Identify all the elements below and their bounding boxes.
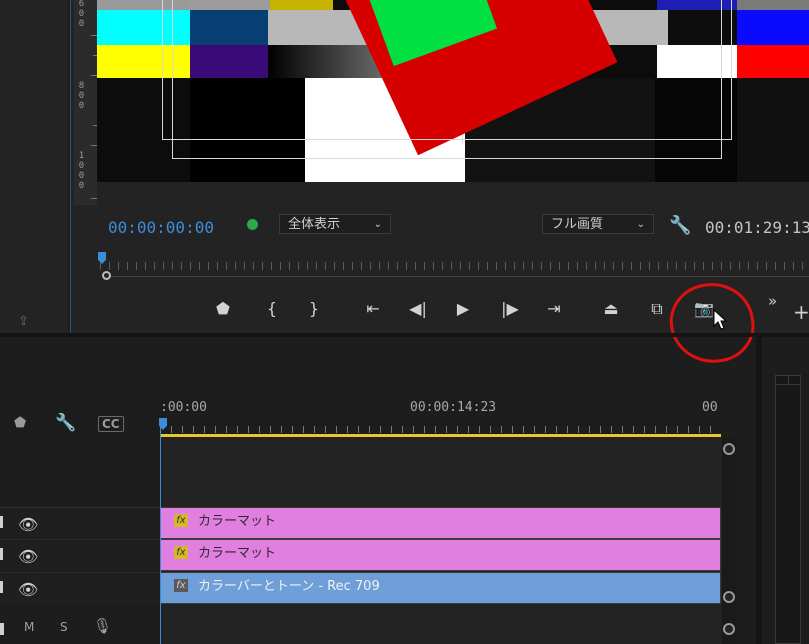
track-lock-icon[interactable] [0, 516, 3, 528]
track-header-v3[interactable]: 👁 [0, 507, 160, 539]
lift-icon[interactable]: ⏏ [599, 299, 623, 319]
eye-icon[interactable]: 👁 [18, 515, 38, 534]
monitor-zoom-scrollbar[interactable] [110, 276, 809, 277]
timeline-vertical-scrollbar[interactable] [722, 437, 736, 644]
video-preview [97, 0, 809, 182]
ruler-label: 6 [78, 0, 85, 9]
go-to-in-icon[interactable]: ⇤ [361, 299, 385, 319]
solo-button[interactable]: S [60, 620, 68, 634]
microphone-icon[interactable]: 🎙 [93, 617, 112, 635]
extract-icon[interactable]: ⧉ [645, 299, 669, 319]
track-header-v1[interactable]: 👁 [0, 572, 160, 604]
playback-quality-select[interactable]: フル画質 ⌄ [542, 214, 654, 234]
timeline-playhead-line [160, 430, 161, 644]
fx-badge-icon: fx [174, 546, 188, 559]
ruler-label: 0 [78, 91, 85, 101]
monitor-time-ruler[interactable] [100, 262, 809, 270]
audio-meter [775, 375, 801, 644]
ruler-label: 1 [78, 151, 85, 161]
play-icon[interactable]: ▶ [451, 299, 475, 319]
ruler-label: 0 [78, 161, 85, 171]
scrollbar-bottom-handle[interactable] [723, 591, 735, 603]
current-timecode[interactable]: 00:00:00:00 [108, 218, 214, 237]
chevron-down-icon: ⌄ [636, 219, 645, 230]
ruler-label: 00 [702, 400, 718, 415]
export-frame-icon[interactable]: ⇪ [18, 314, 38, 329]
clip-label: カラーバーとトーン - Rec 709 [198, 579, 380, 594]
ruler-label: :00:00 [160, 400, 207, 415]
step-forward-icon[interactable]: |▶ [498, 299, 522, 319]
left-panel: ⇪ [0, 0, 68, 333]
go-to-out-icon[interactable]: ⇥ [542, 299, 566, 319]
clip-color-bars-tone[interactable]: fx カラーバーとトーン - Rec 709 [160, 572, 721, 604]
scrollbar-handle[interactable] [723, 623, 735, 635]
more-controls-icon[interactable]: » [768, 292, 777, 310]
track-lock-icon[interactable] [0, 548, 3, 560]
monitor-zoom-handle[interactable] [102, 271, 111, 280]
status-dot-icon [247, 219, 258, 230]
ruler-label: 0 [78, 181, 85, 191]
ruler-label: 0 [78, 171, 85, 181]
clip-label: カラーマット [198, 546, 277, 561]
eye-icon[interactable]: 👁 [18, 547, 38, 566]
ruler-label: 00:00:14:23 [410, 400, 497, 415]
clip-label: カラーマット [198, 514, 277, 529]
ruler-label: 0 [78, 9, 85, 19]
vertical-ruler: 6 0 0 8 0 0 1 0 0 0 [74, 0, 97, 205]
timeline-time-ruler[interactable] [160, 426, 720, 433]
quality-value: フル画質 [551, 217, 604, 232]
captions-icon[interactable]: CC [98, 416, 124, 432]
zoom-level-select[interactable]: 全体表示 ⌄ [279, 214, 391, 234]
track-lock-icon[interactable] [0, 623, 4, 635]
mute-button[interactable]: M [24, 620, 34, 634]
scrollbar-top-handle[interactable] [723, 443, 735, 455]
fx-badge-icon: fx [174, 579, 188, 592]
ruler-label: 8 [78, 81, 85, 91]
mark-in-icon[interactable]: { [260, 299, 284, 319]
step-back-icon[interactable]: ◀| [406, 299, 430, 319]
ruler-label: 0 [78, 101, 85, 111]
mark-out-icon[interactable]: } [302, 299, 326, 319]
eye-icon[interactable]: 👁 [18, 580, 38, 599]
marker-icon[interactable]: ⬟ [14, 415, 26, 431]
add-marker-icon[interactable]: ⬟ [211, 299, 235, 319]
wrench-icon[interactable]: 🔧 [55, 413, 76, 433]
clip-color-matte-1[interactable]: fx カラーマット [160, 507, 721, 539]
clip-color-matte-2[interactable]: fx カラーマット [160, 539, 721, 571]
track-lock-icon[interactable] [0, 581, 3, 593]
add-button-icon[interactable]: + [793, 300, 809, 324]
fx-badge-icon: fx [174, 514, 188, 527]
mouse-cursor-icon [713, 309, 727, 330]
chevron-down-icon: ⌄ [373, 219, 382, 230]
zoom-level-value: 全体表示 [288, 217, 341, 232]
panel-divider[interactable] [0, 333, 809, 337]
ruler-label: 0 [78, 19, 85, 29]
panel-divider-vertical[interactable] [756, 337, 762, 644]
duration-timecode: 00:01:29:13 [705, 218, 809, 237]
settings-wrench-icon[interactable]: 🔧 [669, 215, 691, 236]
track-header-v2[interactable]: 👁 [0, 539, 160, 571]
